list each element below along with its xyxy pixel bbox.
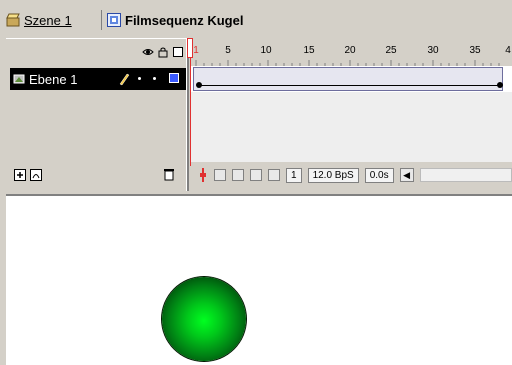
layer-icon <box>13 73 25 85</box>
outline-color-square[interactable] <box>169 73 179 83</box>
layer-list-empty <box>10 92 186 162</box>
ruler-tick: 5 <box>225 45 231 56</box>
visibility-dot[interactable] <box>138 77 141 80</box>
tween-arrow-line <box>198 85 498 86</box>
scroll-left-arrow-icon[interactable]: ◀ <box>399 168 414 182</box>
ruler-tick: 35 <box>469 45 481 56</box>
breadcrumb: Szene 1 Filmsequenz Kugel <box>0 0 512 38</box>
layer-header <box>6 38 186 66</box>
horizontal-scrollbar[interactable] <box>419 168 512 182</box>
clip-label[interactable]: Filmsequenz Kugel <box>125 13 243 28</box>
trash-icon[interactable] <box>163 168 175 184</box>
elapsed-time-field: 0.0s <box>364 167 394 183</box>
layer-name[interactable]: Ebene 1 <box>29 72 77 87</box>
ruler-tick: 10 <box>260 45 272 56</box>
add-guide-layer-icon[interactable] <box>30 169 42 184</box>
current-frame-field: 1 <box>286 167 302 183</box>
breadcrumb-scene[interactable]: Szene 1 <box>6 11 72 29</box>
layer-footer <box>6 164 186 186</box>
center-frame-icon[interactable] <box>198 168 208 182</box>
keyframe-end[interactable] <box>497 82 503 88</box>
timeline-status-bar: 1 12.0 BpS 0.0s ◀ <box>190 164 512 186</box>
onion-skin-icon[interactable] <box>214 169 226 181</box>
modify-onion-markers-icon[interactable] <box>268 169 280 181</box>
scene-label[interactable]: Szene 1 <box>24 13 72 28</box>
frame-ruler[interactable]: 1 5 10 15 20 25 30 35 4 <box>190 38 512 66</box>
pencil-icon <box>118 72 130 86</box>
breadcrumb-separator <box>101 10 102 30</box>
lock-icon[interactable] <box>157 46 169 58</box>
stage[interactable] <box>6 194 512 365</box>
add-layer-icon[interactable] <box>14 169 26 184</box>
outline-icon[interactable] <box>172 46 184 58</box>
ruler-tick: 20 <box>344 45 356 56</box>
clapperboard-icon <box>6 13 20 27</box>
ruler-tick: 15 <box>303 45 315 56</box>
eye-icon[interactable] <box>142 46 154 58</box>
panel-separator[interactable] <box>186 38 189 191</box>
keyframe-start[interactable] <box>196 82 202 88</box>
layer-row[interactable]: Ebene 1 <box>10 68 186 90</box>
ruler-tick: 4 <box>505 45 511 56</box>
breadcrumb-clip[interactable]: Filmsequenz Kugel <box>107 11 243 29</box>
movieclip-icon <box>107 13 121 27</box>
lock-dot[interactable] <box>153 77 156 80</box>
tween-span[interactable] <box>193 67 503 91</box>
edit-multiple-frames-icon[interactable] <box>250 169 262 181</box>
ruler-tick: 25 <box>385 45 397 56</box>
green-sphere[interactable] <box>162 277 246 361</box>
ruler-tick: 30 <box>427 45 439 56</box>
frame-track-empty <box>190 92 512 162</box>
playhead-handle[interactable] <box>187 38 193 58</box>
frame-rate-field: 12.0 BpS <box>307 167 359 183</box>
onion-skin-outlines-icon[interactable] <box>232 169 244 181</box>
